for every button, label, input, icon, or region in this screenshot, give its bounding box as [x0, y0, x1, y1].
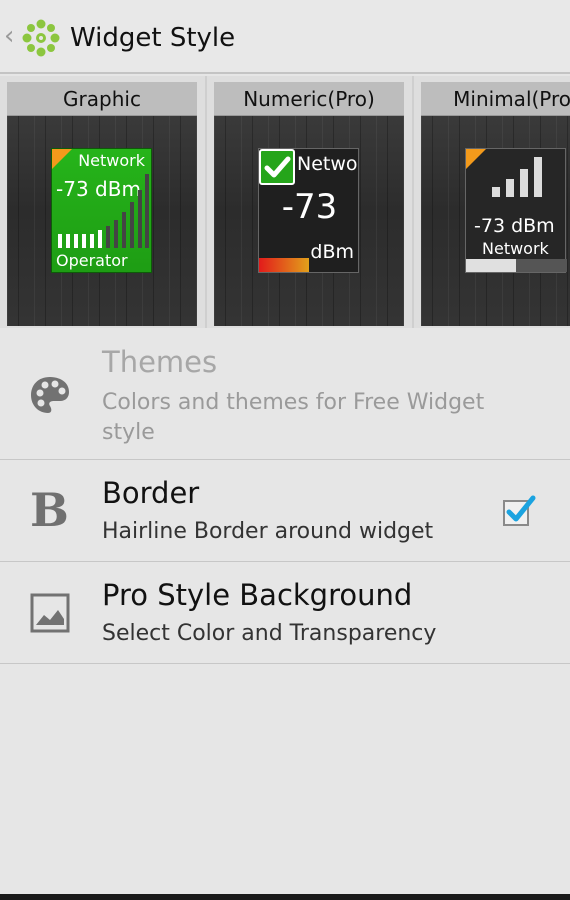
image-icon	[30, 593, 70, 633]
checkmark-icon	[506, 495, 536, 522]
wood-background: -73 dBm Network	[421, 116, 570, 326]
signal-bar	[138, 190, 142, 248]
signal-strength-fill	[466, 259, 516, 272]
signal-unit: dBm	[310, 241, 354, 263]
bold-b-icon: B	[30, 483, 69, 537]
card-divider	[205, 76, 207, 328]
pref-title: Border	[102, 476, 200, 510]
style-card-graphic[interactable]: Graphic Network -73 dBm Operator	[7, 82, 197, 326]
signal-bar	[122, 212, 126, 248]
border-checkbox[interactable]	[503, 495, 536, 526]
minimal-widget-preview: -73 dBm Network	[465, 148, 567, 273]
app-logo-icon[interactable]	[22, 19, 60, 57]
signal-bar	[74, 234, 78, 248]
preference-list: Themes Colors and themes for Free Widget…	[0, 329, 570, 664]
selected-check-icon	[259, 149, 295, 185]
signal-bar	[130, 202, 134, 248]
signal-bar	[145, 174, 149, 248]
action-bar: ‹ Widget Style	[0, 0, 570, 74]
style-label: Numeric(Pro)	[214, 82, 404, 116]
signal-bar	[98, 230, 102, 248]
signal-strength-strip	[466, 259, 567, 272]
pref-title: Pro Style Background	[102, 578, 413, 612]
corner-tag-icon	[466, 149, 486, 169]
signal-strength-strip	[259, 258, 309, 272]
corner-tag-icon	[52, 149, 72, 169]
network-label: Netwo...	[297, 153, 358, 175]
pref-pro-style-background[interactable]: Pro Style Background Select Color and Tr…	[0, 562, 570, 664]
operator-label: Operator	[56, 251, 128, 270]
card-divider	[412, 76, 414, 328]
page-title: Widget Style	[70, 23, 236, 53]
style-label: Minimal(Pro)	[421, 82, 570, 116]
signal-dbm: -73 dBm	[56, 177, 141, 201]
wood-background: Network -73 dBm Operator	[7, 116, 197, 326]
signal-bar	[492, 187, 500, 197]
signal-bar	[82, 234, 86, 248]
pref-summary: Select Color and Transparency	[102, 621, 437, 646]
pref-title: Themes	[102, 345, 218, 379]
back-chevron-icon[interactable]: ‹	[4, 22, 14, 50]
pref-summary: Colors and themes for Free Widget style	[102, 390, 485, 445]
style-carousel[interactable]: Graphic Network -73 dBm Operator Numeric…	[0, 76, 570, 328]
signal-value: -73	[281, 187, 338, 227]
pref-border[interactable]: B Border Hairline Border around widget	[0, 460, 570, 562]
signal-bar	[66, 234, 70, 248]
graphic-widget-preview: Network -73 dBm Operator	[51, 148, 152, 273]
pref-themes[interactable]: Themes Colors and themes for Free Widget…	[0, 329, 570, 460]
palette-icon	[31, 377, 69, 413]
signal-bar	[506, 179, 514, 197]
signal-bar	[106, 226, 110, 248]
style-card-numeric[interactable]: Numeric(Pro) Netwo... -73 dBm	[214, 82, 404, 326]
network-label: Network	[78, 151, 145, 170]
style-card-minimal[interactable]: Minimal(Pro) -73 dBm Network	[421, 82, 570, 326]
numeric-widget-preview: Netwo... -73 dBm	[258, 148, 359, 273]
signal-bar	[534, 157, 542, 197]
style-label: Graphic	[7, 82, 197, 116]
signal-bar	[90, 234, 94, 248]
signal-bar	[114, 220, 118, 248]
signal-bar	[58, 234, 62, 248]
signal-bar	[520, 169, 528, 197]
wood-background: Netwo... -73 dBm	[214, 116, 404, 326]
screen-bottom-edge	[0, 894, 570, 900]
signal-dbm: -73 dBm	[474, 215, 555, 237]
pref-summary: Hairline Border around widget	[102, 519, 434, 544]
network-label: Network	[482, 239, 549, 258]
